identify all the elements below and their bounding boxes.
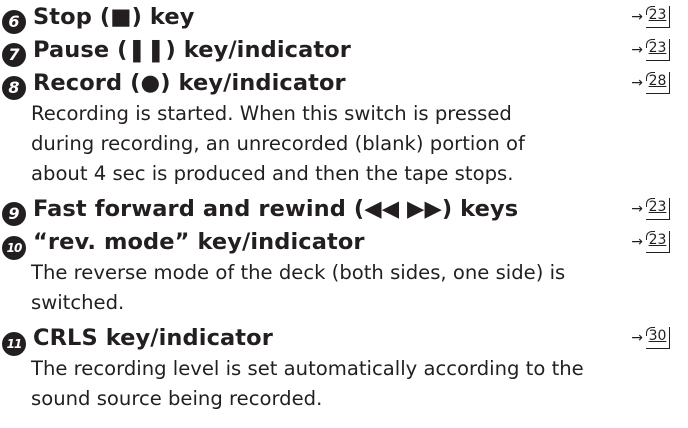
page-reference: → 23 [631, 193, 670, 225]
page-number: 23 [648, 232, 667, 248]
page-number: 30 [648, 328, 667, 344]
item-heading: 8 Record (●) key/indicator [2, 67, 346, 100]
item-title: Fast forward and rewind (◀◀ ▶▶) keys [33, 196, 519, 222]
page-number: 28 [648, 73, 667, 89]
page-number: 23 [648, 199, 667, 215]
page-number: 23 [648, 7, 667, 23]
item-number-badge: 11 [2, 332, 26, 356]
arrow-icon: → [631, 234, 643, 250]
item-title: Record (●) key/indicator [33, 70, 346, 96]
page-ref-box: 28 [646, 72, 670, 94]
item-crls-key: 11 CRLS key/indicator → 30 [2, 322, 688, 356]
arrow-icon: → [631, 201, 643, 217]
item-heading: 7 Pause (❚❚) key/indicator [2, 34, 351, 67]
item-number-badge: 7 [2, 43, 26, 67]
page-ref-box: 23 [646, 231, 670, 253]
item-title: CRLS key/indicator [33, 325, 273, 351]
item-number-badge: 8 [2, 76, 26, 100]
item-pause-key: 7 Pause (❚❚) key/indicator → 23 [2, 34, 688, 67]
item-description-line: The recording level is set automatically… [31, 357, 584, 380]
page-ref-box: 23 [646, 198, 670, 220]
item-heading: 6 Stop (■) key [2, 1, 195, 34]
arrow-icon: → [631, 330, 643, 346]
item-title: Pause (❚❚) key/indicator [33, 37, 351, 63]
page-reference: → 28 [631, 67, 670, 99]
page-reference: → 23 [631, 1, 670, 33]
page-ref-box: 23 [646, 6, 670, 28]
page-reference: → 23 [631, 34, 670, 66]
item-description-line: during recording, an unrecorded (blank) … [31, 132, 525, 155]
page-reference: → 30 [631, 322, 670, 354]
item-description-line: sound source being recorded. [31, 387, 323, 410]
item-record-key: 8 Record (●) key/indicator → 28 [2, 67, 688, 100]
item-description-line: The reverse mode of the deck (both sides… [31, 261, 566, 284]
item-number-badge: 9 [2, 202, 26, 226]
arrow-icon: → [631, 9, 643, 25]
item-rev-mode-key: 10 “rev. mode” key/indicator → 23 [2, 226, 688, 260]
item-fast-forward-rewind-keys: 9 Fast forward and rewind (◀◀ ▶▶) keys → … [2, 193, 688, 226]
item-number-badge: 10 [2, 236, 26, 260]
item-stop-key: 6 Stop (■) key → 23 [2, 1, 688, 34]
item-heading: 11 CRLS key/indicator [2, 322, 273, 356]
item-heading: 9 Fast forward and rewind (◀◀ ▶▶) keys [2, 193, 518, 226]
arrow-icon: → [631, 75, 643, 91]
item-title: “rev. mode” key/indicator [33, 229, 365, 255]
page-reference: → 23 [631, 226, 670, 258]
item-description-line: switched. [31, 291, 125, 314]
item-heading: 10 “rev. mode” key/indicator [2, 226, 365, 260]
item-number-badge: 6 [2, 10, 26, 34]
item-description-line: Recording is started. When this switch i… [31, 102, 512, 125]
manual-page: 6 Stop (■) key → 23 7 Pause (❚❚) key/indic… [0, 0, 688, 428]
page-number: 23 [648, 40, 667, 56]
item-title: Stop (■) key [33, 4, 195, 30]
page-ref-box: 23 [646, 39, 670, 61]
item-description-line: about 4 sec is produced and then the tap… [31, 162, 514, 185]
page-ref-box: 30 [646, 327, 670, 349]
arrow-icon: → [631, 42, 643, 58]
